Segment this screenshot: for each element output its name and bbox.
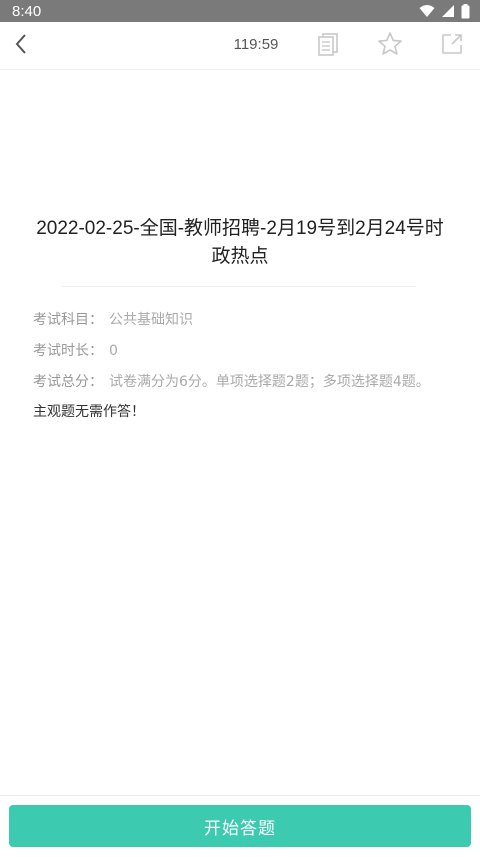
info-value: 0 [109,343,118,359]
back-button[interactable] [8,32,34,60]
answer-card-button[interactable] [315,33,341,59]
back-arrow-icon [14,33,28,59]
exam-timer: 119:59 [233,36,279,53]
status-time: 8:40 [12,2,42,20]
share-icon [440,32,464,60]
info-value: 试卷满分为6分。单项选择题2题；多项选择题4题。 [109,374,430,390]
info-row-subject: 考试科目： 公共基础知识 [33,308,433,332]
exam-intro-screen: 8:40 119:59 2022-02-25-全国-教师招聘-2月19号到2月2… [0,0,480,857]
exam-info: 考试科目： 公共基础知识 考试时长： 0 考试总分： 试卷满分为6分。单项选择题… [33,308,433,423]
favorite-button[interactable] [377,31,403,61]
info-label: 考试总分： [33,374,103,390]
answer-card-icon [316,32,340,60]
header: 119:59 [0,22,480,70]
battery-icon [461,3,470,19]
info-row-total-score: 考试总分： 试卷满分为6分。单项选择题2题；多项选择题4题。 [33,370,433,394]
title-divider [62,286,416,287]
paper-title: 2022-02-25-全国-教师招聘-2月19号到2月24号时政热点 [36,218,444,267]
wifi-icon [419,4,435,18]
status-icons [419,3,470,19]
info-row-duration: 考试时长： 0 [33,339,433,363]
subjective-note: 主观题无需作答！ [33,404,145,420]
signal-icon [441,4,455,18]
info-label: 考试时长： [33,343,103,359]
info-value: 公共基础知识 [109,312,193,328]
share-button[interactable] [439,33,465,59]
star-icon [377,31,403,61]
start-answering-button[interactable]: 开始答题 [9,805,471,847]
footer: 开始答题 [0,795,480,857]
status-bar: 8:40 [0,0,480,22]
info-label: 考试科目： [33,312,103,328]
